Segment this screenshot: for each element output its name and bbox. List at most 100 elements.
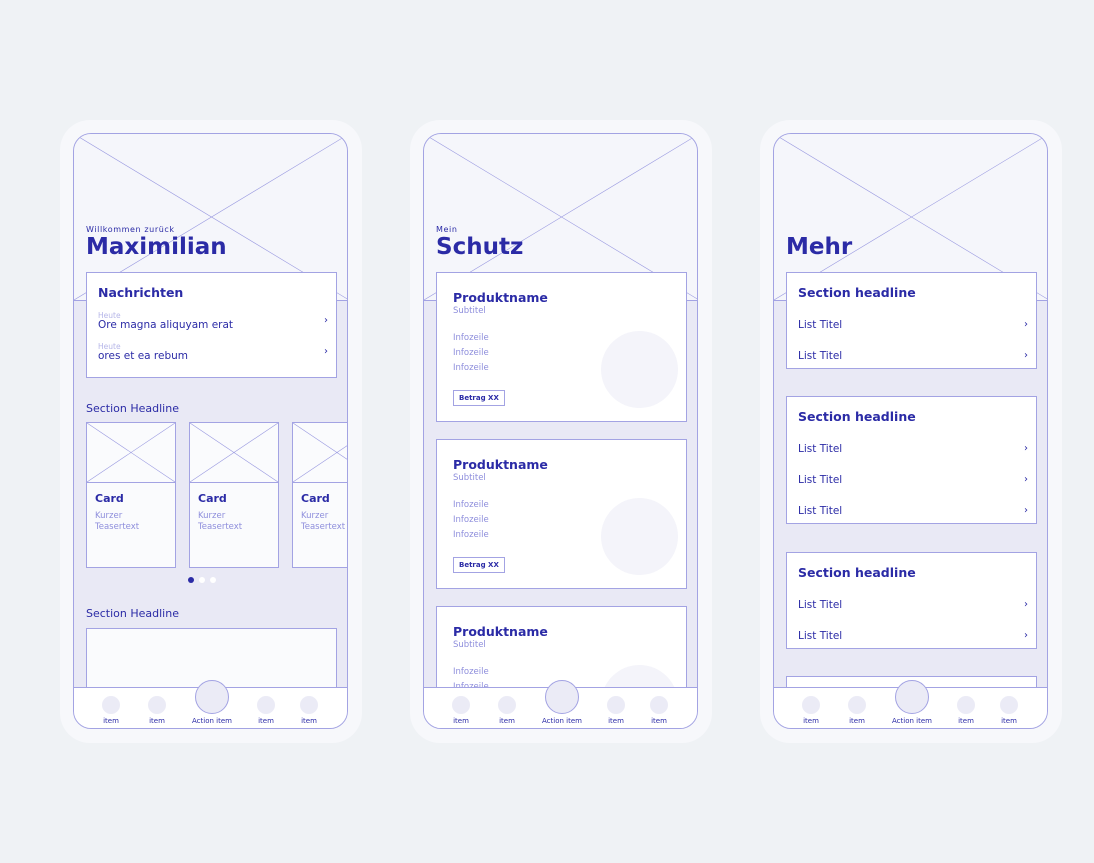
tab-item[interactable]: item <box>127 688 187 728</box>
phone-screen-2: Mein Schutz Produktname Subtitel Infozeile In… <box>410 120 712 743</box>
tab-icon <box>300 696 318 714</box>
list-item[interactable]: List Titel › <box>798 630 1028 646</box>
chevron-right-icon: › <box>1024 505 1028 516</box>
amount-badge[interactable]: Betrag XX <box>453 557 505 573</box>
tab-label: Action item <box>542 717 582 725</box>
list-item[interactable]: List Titel › <box>798 505 1028 521</box>
list-section-card: Section headline List Titel › List Titel › <box>786 552 1037 649</box>
tab-icon <box>452 696 470 714</box>
tab-label: item <box>651 717 667 725</box>
tab-label: item <box>499 717 515 725</box>
teaser-card[interactable]: Card Kurzer Teasertext <box>189 422 279 568</box>
tab-item[interactable]: item <box>979 688 1039 728</box>
screen: Mehr Section headline List Titel › List Tite… <box>773 133 1048 729</box>
message-text: Ore magna aliquyam erat <box>98 319 234 331</box>
list-item-label: List Titel <box>798 443 843 455</box>
carousel-dot[interactable] <box>188 577 194 583</box>
tab-item-action[interactable]: Action item <box>882 680 942 728</box>
tab-icon <box>650 696 668 714</box>
image-placeholder-icon <box>87 423 175 482</box>
page-title: Maximilian <box>86 234 227 260</box>
list-item-label: List Titel <box>798 350 843 362</box>
messages-card: Nachrichten Heute Ore magna aliquyam erat ›… <box>86 272 337 378</box>
chevron-right-icon: › <box>1024 350 1028 361</box>
card-text: Kurzer Teasertext <box>198 511 243 532</box>
chevron-right-icon: › <box>1024 599 1028 610</box>
card-image <box>87 423 175 483</box>
tab-item-action[interactable]: Action item <box>532 680 592 728</box>
tab-label: Action item <box>892 717 932 725</box>
tab-icon <box>848 696 866 714</box>
tab-item[interactable]: item <box>629 688 689 728</box>
list-item[interactable]: List Titel › <box>798 474 1028 490</box>
list-item-label: List Titel <box>798 599 843 611</box>
chevron-right-icon: › <box>324 315 328 326</box>
card-title: Card <box>95 492 124 505</box>
info-line: Infozeile <box>453 500 489 510</box>
carousel-dot[interactable] <box>210 577 216 583</box>
tab-icon <box>498 696 516 714</box>
chevron-right-icon: › <box>324 346 328 357</box>
action-button-icon <box>545 680 579 714</box>
tab-icon <box>1000 696 1018 714</box>
list-item[interactable]: List Titel › <box>798 599 1028 615</box>
info-line: Infozeile <box>453 333 489 343</box>
amount-badge[interactable]: Betrag XX <box>453 390 505 406</box>
bottom-tab-bar: item item Action item item item <box>774 680 1047 728</box>
chevron-right-icon: › <box>1024 474 1028 485</box>
page-title: Mehr <box>786 234 853 260</box>
action-button-icon <box>195 680 229 714</box>
product-card[interactable]: Produktname Subtitel Infozeile Infozeile Inf… <box>436 439 687 589</box>
screen: Willkommen zurück Maximilian Nachrichten He… <box>73 133 348 729</box>
product-image-placeholder <box>601 331 678 408</box>
teaser-card[interactable]: Card Kurzer Teasertext <box>86 422 176 568</box>
tab-icon <box>148 696 166 714</box>
list-item-label: List Titel <box>798 319 843 331</box>
message-item[interactable]: Heute Ore magna aliquyam erat › <box>98 311 328 337</box>
tab-label: item <box>849 717 865 725</box>
chevron-right-icon: › <box>1024 630 1028 641</box>
list-item[interactable]: List Titel › <box>798 319 1028 335</box>
phone-screen-3: Mehr Section headline List Titel › List Tite… <box>760 120 1062 743</box>
list-item[interactable]: List Titel › <box>798 350 1028 366</box>
bottom-tab-bar: item item Action item item item <box>424 680 697 728</box>
teaser-card[interactable]: Card Kurzer Teasertext <box>292 422 347 568</box>
tab-icon <box>607 696 625 714</box>
tab-icon <box>257 696 275 714</box>
product-image-placeholder <box>601 498 678 575</box>
tab-item[interactable]: item <box>477 688 537 728</box>
tab-item-action[interactable]: Action item <box>182 680 242 728</box>
list-item[interactable]: List Titel › <box>798 443 1028 459</box>
card-image <box>293 423 347 483</box>
tab-icon <box>957 696 975 714</box>
product-subtitle: Subtitel <box>453 473 486 483</box>
info-line: Infozeile <box>453 667 489 677</box>
list-section-card: Section headline List Titel › List Titel › <box>786 272 1037 369</box>
tab-icon <box>102 696 120 714</box>
list-section-card: Section headline List Titel › List Titel › Li… <box>786 396 1037 524</box>
message-item[interactable]: Heute ores et ea rebum › <box>98 342 328 368</box>
carousel-dot[interactable] <box>199 577 205 583</box>
product-subtitle: Subtitel <box>453 306 486 316</box>
tab-item[interactable]: item <box>827 688 887 728</box>
card-text: Kurzer Teasertext <box>301 511 346 532</box>
tab-icon <box>802 696 820 714</box>
tab-label: item <box>301 717 317 725</box>
tab-item[interactable]: item <box>279 688 339 728</box>
product-subtitle: Subtitel <box>453 640 486 650</box>
section-headline: Section headline <box>798 285 916 300</box>
action-button-icon <box>895 680 929 714</box>
section-headline: Section Headline <box>86 402 179 415</box>
card-image <box>190 423 278 483</box>
greeting-text: Willkommen zurück <box>86 225 175 234</box>
section-headline: Section Headline <box>86 607 179 620</box>
card-title: Card <box>301 492 330 505</box>
message-text: ores et ea rebum <box>98 350 189 362</box>
product-card[interactable]: Produktname Subtitel Infozeile Infozeile Inf… <box>436 272 687 422</box>
section-headline: Section headline <box>798 565 916 580</box>
info-line: Infozeile <box>453 348 489 358</box>
product-name: Produktname <box>453 624 548 639</box>
list-item-label: List Titel <box>798 630 843 642</box>
info-line: Infozeile <box>453 515 489 525</box>
list-item-label: List Titel <box>798 505 843 517</box>
